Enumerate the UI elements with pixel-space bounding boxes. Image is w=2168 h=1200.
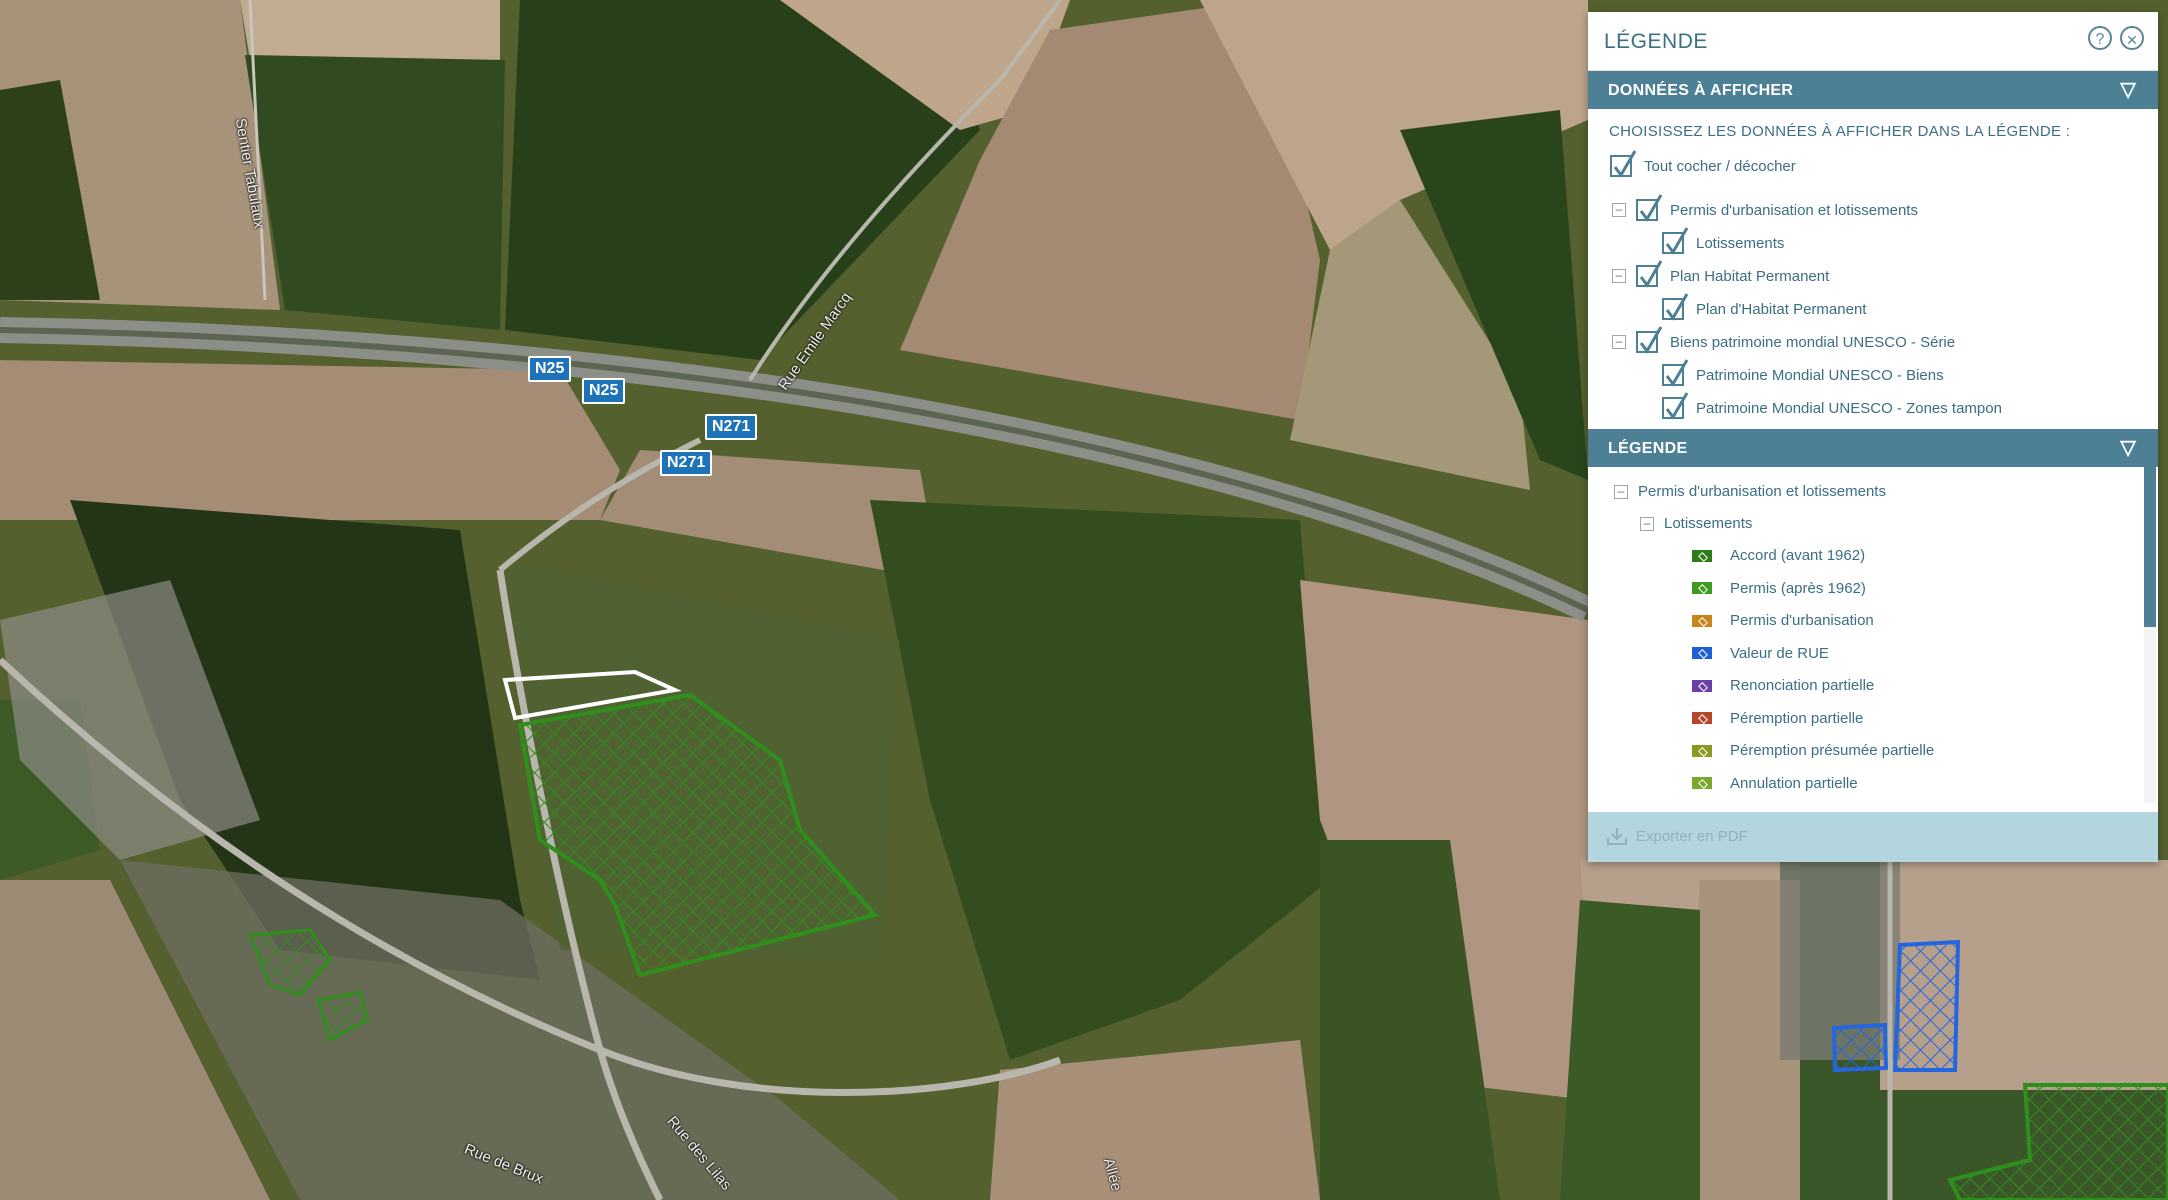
checkbox[interactable] bbox=[1636, 194, 1663, 222]
data-child-row[interactable]: Patrimoine Mondial UNESCO - Biens bbox=[1662, 359, 1944, 387]
collapse-minus-icon[interactable]: – bbox=[1640, 516, 1654, 531]
checkbox[interactable] bbox=[1662, 227, 1689, 255]
data-group-row[interactable]: – Biens patrimoine mondial UNESCO - Séri… bbox=[1612, 326, 1956, 354]
legend-swatch-icon bbox=[1692, 647, 1712, 659]
collapse-icon[interactable]: ▽ bbox=[2120, 435, 2136, 460]
checkbox[interactable] bbox=[1636, 260, 1663, 288]
collapse-minus-icon[interactable]: – bbox=[1612, 203, 1626, 217]
download-icon[interactable] bbox=[1606, 826, 1628, 846]
data-group-label: Plan Habitat Permanent bbox=[1670, 267, 1830, 285]
legend-subgroup-row[interactable]: – Lotissements bbox=[1640, 515, 1752, 532]
close-button[interactable]: ✕ bbox=[2120, 26, 2144, 50]
legend-item-label: Renonciation partielle bbox=[1730, 677, 1875, 694]
rue-area[interactable] bbox=[1831, 1022, 1889, 1073]
legend-list[interactable]: – Permis d'urbanisation et lotissements … bbox=[1588, 467, 2158, 803]
checkbox[interactable] bbox=[1636, 326, 1663, 354]
rue-area[interactable] bbox=[1892, 939, 1961, 1072]
legend-section-header[interactable]: LÉGENDE ▽ bbox=[1588, 429, 2158, 467]
field bbox=[0, 360, 620, 520]
data-child-label: Patrimoine Mondial UNESCO - Biens bbox=[1696, 366, 1944, 384]
legend-item-label: Péremption partielle bbox=[1730, 709, 1864, 727]
legend-swatch-icon bbox=[1692, 679, 1712, 692]
road-shield-n25: N25 bbox=[582, 378, 626, 404]
legend-item-label: Valeur de RUE bbox=[1730, 644, 1829, 662]
collapse-icon[interactable]: ▽ bbox=[2120, 77, 2136, 102]
legend-item: Permis (après 1962) bbox=[1692, 580, 1866, 597]
legend-swatch-icon bbox=[1692, 614, 1712, 627]
data-selection-area: CHOISISSEZ LES DONNÉES À AFFICHER DANS L… bbox=[1588, 109, 2158, 429]
export-pdf-button[interactable]: Exporter en PDF bbox=[1636, 828, 1748, 845]
data-child-label: Lotissements bbox=[1696, 234, 1785, 252]
legend-swatch-icon bbox=[1692, 712, 1712, 724]
help-button[interactable]: ? bbox=[2088, 26, 2112, 50]
legend-item: Accord (avant 1962) bbox=[1692, 547, 1865, 564]
data-section-header[interactable]: DONNÉES À AFFICHER ▽ bbox=[1588, 71, 2158, 109]
legend-panel: LÉGENDE ? ✕ DONNÉES À AFFICHER ▽ CHOISIS… bbox=[1588, 12, 2158, 862]
toggle-all-label: Tout cocher / décocher bbox=[1644, 157, 1796, 175]
legend-item-label: Permis (après 1962) bbox=[1730, 579, 1866, 597]
checkbox[interactable] bbox=[1662, 293, 1689, 321]
data-group-label: Biens patrimoine mondial UNESCO - Série bbox=[1670, 333, 1956, 351]
road-shield-n271: N271 bbox=[705, 414, 758, 440]
road-shield-n25: N25 bbox=[528, 356, 572, 382]
road-shield-n271: N271 bbox=[660, 450, 713, 476]
legend-item: Annulation partielle bbox=[1692, 775, 1858, 792]
data-group-label: Permis d'urbanisation et lotissements bbox=[1670, 201, 1918, 219]
legend-swatch-icon bbox=[1692, 777, 1712, 789]
checkbox[interactable] bbox=[1662, 359, 1689, 387]
legend-swatch-icon bbox=[1692, 549, 1712, 562]
legend-item-label: Permis d'urbanisation bbox=[1730, 612, 1874, 629]
data-child-row[interactable]: Plan d'Habitat Permanent bbox=[1662, 293, 1867, 321]
data-section-title: DONNÉES À AFFICHER bbox=[1608, 82, 1794, 99]
data-child-label: Plan d'Habitat Permanent bbox=[1696, 300, 1867, 318]
scrollbar-thumb[interactable] bbox=[2144, 467, 2156, 627]
legend-section-title: LÉGENDE bbox=[1608, 440, 1688, 457]
instruction-text: CHOISISSEZ LES DONNÉES À AFFICHER DANS L… bbox=[1609, 123, 2071, 140]
field bbox=[1560, 900, 1700, 1200]
toggle-all-row[interactable]: Tout cocher / décocher bbox=[1610, 150, 1796, 178]
legend-item: Péremption partielle bbox=[1692, 710, 1863, 727]
legend-item: Péremption présumée partielle bbox=[1692, 742, 1934, 759]
panel-title: LÉGENDE bbox=[1604, 30, 1708, 53]
panel-title-bar: LÉGENDE ? ✕ bbox=[1588, 12, 2158, 71]
collapse-minus-icon[interactable]: – bbox=[1612, 335, 1626, 349]
legend-subgroup-label: Lotissements bbox=[1664, 515, 1753, 532]
data-group-row[interactable]: – Permis d'urbanisation et lotissements bbox=[1612, 194, 1918, 222]
legend-swatch-icon bbox=[1692, 744, 1712, 757]
legend-group-row[interactable]: – Permis d'urbanisation et lotissements bbox=[1614, 483, 1886, 500]
legend-item: Permis d'urbanisation bbox=[1692, 612, 1874, 629]
checkbox[interactable] bbox=[1610, 150, 1637, 178]
data-child-label: Patrimoine Mondial UNESCO - Zones tampon bbox=[1696, 399, 2002, 417]
collapse-minus-icon[interactable]: – bbox=[1614, 484, 1628, 499]
legend-group-label: Permis d'urbanisation et lotissements bbox=[1638, 483, 1886, 500]
collapse-minus-icon[interactable]: – bbox=[1612, 269, 1626, 283]
data-child-row[interactable]: Patrimoine Mondial UNESCO - Zones tampon bbox=[1662, 392, 2002, 420]
legend-item-label: Accord (avant 1962) bbox=[1730, 547, 1866, 564]
checkbox[interactable] bbox=[1662, 392, 1689, 420]
data-child-row[interactable]: Lotissements bbox=[1662, 227, 1785, 255]
legend-swatch-icon bbox=[1692, 582, 1712, 594]
legend-item-label: Annulation partielle bbox=[1730, 774, 1858, 792]
data-group-row[interactable]: – Plan Habitat Permanent bbox=[1612, 260, 1830, 288]
field bbox=[245, 55, 505, 330]
export-bar: Exporter en PDF bbox=[1588, 812, 2158, 862]
legend-item: Valeur de RUE bbox=[1692, 645, 1829, 662]
legend-item: Renonciation partielle bbox=[1692, 677, 1874, 694]
legend-item-label: Péremption présumée partielle bbox=[1730, 742, 1935, 759]
field bbox=[240, 0, 500, 60]
